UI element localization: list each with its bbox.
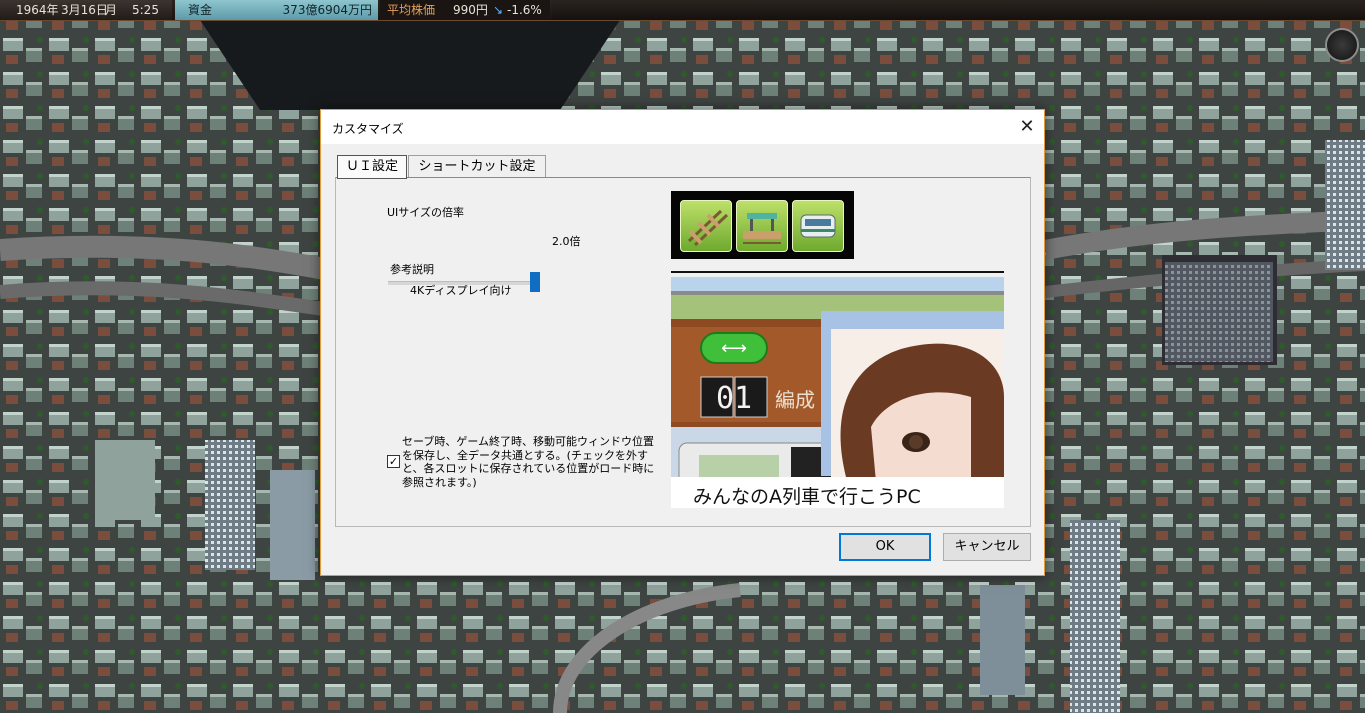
- year-text: 1964年: [16, 3, 59, 17]
- stock-label: 平均株価: [387, 3, 436, 17]
- ok-button[interactable]: OK: [839, 533, 931, 561]
- preview-divider: [671, 271, 1004, 273]
- ui-scale-label: UIサイズの倍率: [387, 206, 464, 219]
- reference-text: 4Kディスプレイ向け: [410, 284, 512, 297]
- tab-ui-settings[interactable]: ＵＩ設定: [337, 155, 407, 179]
- funds-display[interactable]: 資金 373億6904万円: [175, 0, 378, 20]
- close-icon[interactable]: ✕: [1010, 110, 1044, 144]
- trend-down-icon: ↘: [493, 3, 504, 17]
- compass-icon[interactable]: [1325, 28, 1359, 62]
- date-display: 1964年 3月16日 月 5:25: [0, 0, 172, 20]
- customize-dialog: カスタマイズ ✕ ＵＩ設定 ショートカット設定 UIサイズの倍率 2.0倍 参考…: [320, 109, 1045, 576]
- ui-preview-image: ⟷ 01 編成 みんなのA列車で行こうPC: [671, 277, 1004, 508]
- stock-display[interactable]: 平均株価 990円 ↘ -1.6%: [380, 0, 550, 20]
- ui-settings-panel: UIサイズの倍率 2.0倍 参考説明 4Kディスプレイ向け ✓ セーブ時、ゲーム…: [335, 177, 1031, 527]
- rail-track-icon: [680, 200, 732, 252]
- svg-text:⟷: ⟷: [721, 338, 747, 359]
- ui-scale-slider-thumb[interactable]: [530, 272, 540, 292]
- cancel-button[interactable]: キャンセル: [943, 533, 1031, 561]
- status-bar: 1964年 3月16日 月 5:25 資金 373億6904万円 平均株価 99…: [0, 0, 1365, 21]
- train-icon: [792, 200, 844, 252]
- dialog-titlebar[interactable]: カスタマイズ ✕: [321, 110, 1044, 144]
- dialog-title: カスタマイズ: [332, 122, 404, 136]
- reference-label: 参考説明: [390, 263, 434, 276]
- ui-scale-value: 2.0倍: [552, 235, 581, 248]
- tab-shortcut-settings[interactable]: ショートカット設定: [408, 155, 546, 178]
- formation-number: 01: [716, 381, 752, 416]
- stock-change: -1.6%: [507, 3, 542, 17]
- station-icon: [736, 200, 788, 252]
- save-window-position-checkbox[interactable]: ✓: [387, 455, 400, 468]
- weekday-text: 月: [105, 3, 118, 17]
- ui-preview-icon-strip: [671, 191, 854, 259]
- funds-label: 資金: [188, 3, 213, 17]
- preview-caption: みんなのA列車で行こうPC: [693, 486, 921, 508]
- funds-value: 373億6904万円: [282, 3, 372, 17]
- status-bar-filler: [552, 0, 1365, 20]
- time-text: 5:25: [132, 3, 159, 17]
- formation-label: 編成: [775, 388, 815, 412]
- date-text: 3月16日: [61, 3, 108, 17]
- stock-value: 990円: [453, 3, 488, 17]
- save-window-position-label[interactable]: セーブ時、ゲーム終了時、移動可能ウィンドウ位置を保存し、全データ共通とする。(チ…: [402, 435, 664, 489]
